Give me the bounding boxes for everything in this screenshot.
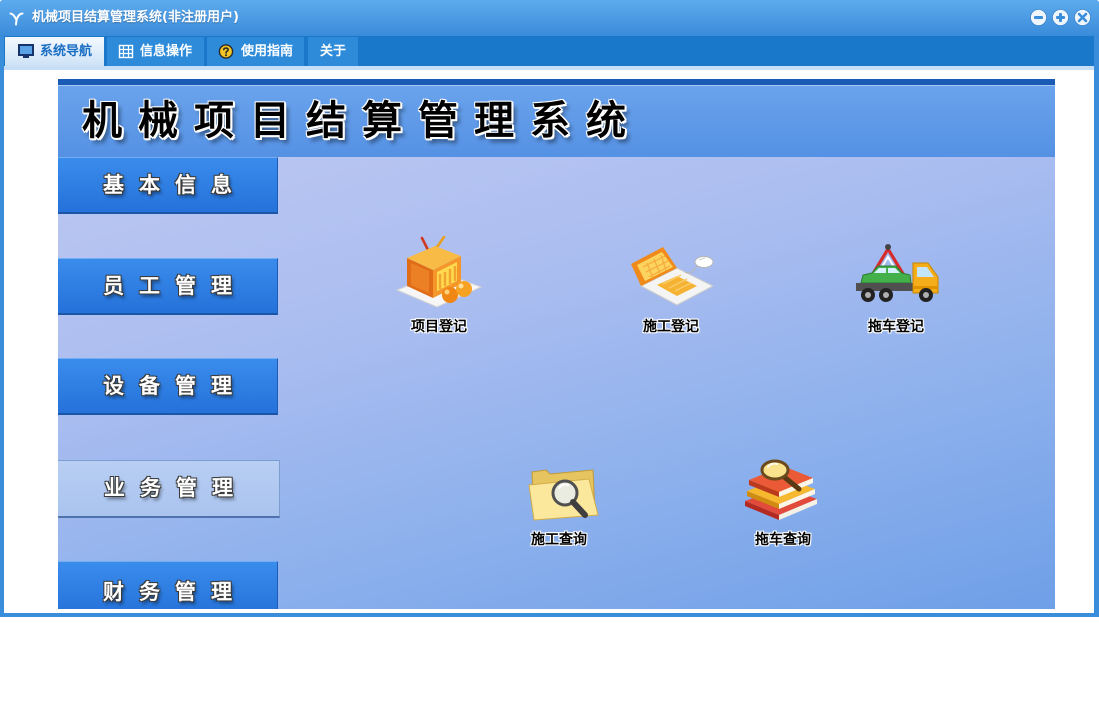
monitor-icon (18, 44, 34, 58)
tow-truck-icon (856, 244, 939, 302)
launcher-label: 项目登记 (411, 319, 467, 335)
sidebar-item-business-management[interactable]: 业务管理 (58, 460, 280, 518)
sidebar-item-equipment-management[interactable]: 设备管理 (58, 358, 278, 415)
tab-user-guide[interactable]: 使用指南 (207, 37, 304, 66)
system-header: 机械项目结算管理系统 (58, 86, 1055, 157)
laptop-icon (631, 247, 715, 306)
launcher-project-registration[interactable]: 项目登记 (379, 236, 499, 336)
launcher-label: 施工登记 (643, 319, 699, 335)
sidebar-item-finance-management[interactable]: 财务管理 (58, 561, 278, 609)
tv-icon (395, 236, 483, 308)
navigation-panel: 机械项目结算管理系统 基本信息 员工管理 设备管理 业务管理 财务管理 项目登记… (58, 79, 1055, 609)
launcher-construction-query[interactable]: 施工查询 (499, 449, 619, 549)
app-logo-icon (9, 12, 24, 26)
window-title: 机械项目结算管理系统(非注册用户) (32, 10, 239, 25)
tab-label: 使用指南 (241, 44, 294, 59)
launcher-tow-truck-query[interactable]: 拖车查询 (723, 449, 843, 549)
tab-info-operations[interactable]: 信息操作 (107, 37, 204, 66)
minimize-icon[interactable] (1030, 9, 1047, 26)
launcher-tow-truck-registration[interactable]: 拖车登记 (836, 236, 956, 336)
app-window: 机械项目结算管理系统(非注册用户) 系统导航 信息操作 使用指南 关于 机械项目… (0, 0, 1099, 617)
launcher-label: 施工查询 (531, 532, 587, 548)
content-area: 机械项目结算管理系统 基本信息 员工管理 设备管理 业务管理 财务管理 项目登记… (4, 70, 1094, 613)
sidebar-item-basic-info[interactable]: 基本信息 (58, 157, 278, 214)
folder-search-icon (528, 469, 599, 521)
launcher-construction-registration[interactable]: 施工登记 (611, 236, 731, 336)
launcher-label: 拖车查询 (755, 532, 811, 548)
tab-label: 信息操作 (140, 44, 193, 59)
grid-icon (118, 44, 134, 59)
title-bar[interactable]: 机械项目结算管理系统(非注册用户) (0, 0, 1099, 36)
tab-label: 关于 (320, 44, 347, 59)
tab-system-navigation[interactable]: 系统导航 (5, 37, 104, 66)
sidebar-item-staff-management[interactable]: 员工管理 (58, 258, 278, 315)
close-icon[interactable] (1074, 9, 1091, 26)
help-icon (218, 44, 234, 59)
tab-label: 系统导航 (40, 44, 93, 59)
tab-bar: 系统导航 信息操作 使用指南 关于 (4, 36, 1094, 66)
books-search-icon (745, 459, 817, 520)
maximize-icon[interactable] (1052, 9, 1069, 26)
launcher-label: 拖车登记 (868, 319, 924, 335)
tab-about[interactable]: 关于 (308, 37, 358, 66)
system-title: 机械项目结算管理系统 (82, 98, 642, 144)
